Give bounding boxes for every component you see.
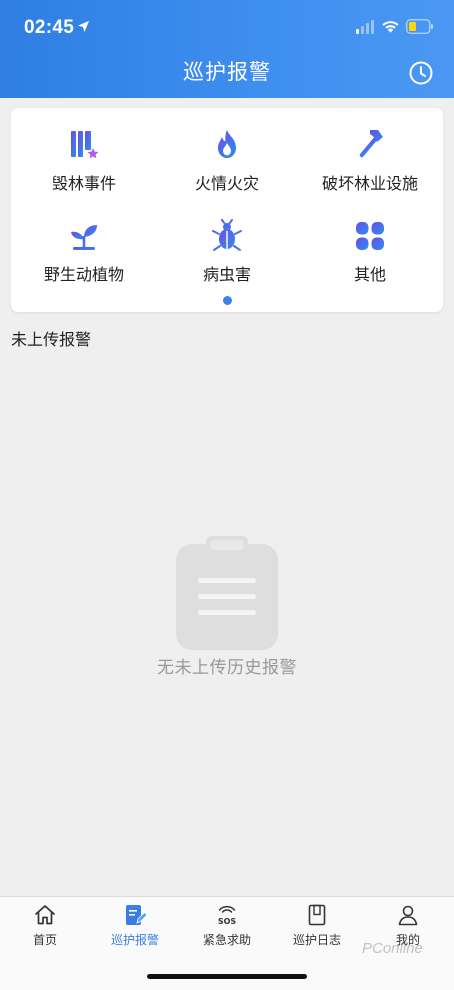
sos-icon: SOS: [218, 905, 237, 926]
sprout-icon: [71, 225, 97, 250]
tab-label: 巡护日志: [292, 933, 341, 947]
alarm-category-grid: 毁林事件 火情火灾 破坏林业设施 野生动植物 病虫害 其他: [11, 108, 443, 312]
watermark-text: PConline: [362, 940, 423, 957]
category-pests[interactable]: 病虫害: [157, 205, 297, 285]
axe-icon: [359, 130, 383, 158]
tab-patrol-alarm[interactable]: 巡护报警: [90, 903, 180, 951]
empty-clipboard-icon: [176, 536, 278, 650]
category-label: 野生动植物: [43, 265, 124, 284]
grid-dots-icon: [356, 222, 384, 250]
tab-label: 首页: [32, 933, 57, 947]
deforestation-icon: [71, 131, 99, 159]
page-title: 巡护报警: [183, 60, 271, 84]
category-other[interactable]: 其他: [300, 205, 440, 285]
edit-document-icon: [126, 905, 147, 925]
category-label: 毁林事件: [51, 174, 116, 193]
category-wildlife[interactable]: 野生动植物: [14, 205, 154, 285]
home-indicator[interactable]: [147, 974, 307, 979]
bug-icon: [211, 219, 243, 251]
user-icon: [398, 905, 418, 926]
tab-label: 巡护报警: [110, 933, 159, 947]
home-icon: [35, 905, 55, 925]
app-header: 02:45 巡护报警: [0, 0, 454, 98]
tab-emergency-help[interactable]: SOS 紧急求助: [182, 903, 272, 951]
category-label: 其他: [353, 265, 386, 284]
category-label: 破坏林业设施: [321, 174, 418, 193]
status-time: 02:45: [24, 17, 75, 38]
category-label: 火情火灾: [194, 174, 259, 193]
category-facility-damage[interactable]: 破坏林业设施: [300, 114, 440, 194]
cellular-signal-icon: [356, 20, 374, 34]
battery-icon: [406, 19, 433, 34]
wifi-icon: [382, 21, 399, 33]
history-clock-icon[interactable]: [408, 60, 434, 86]
category-label: 病虫害: [202, 265, 251, 284]
sos-icon-text: SOS: [218, 917, 237, 926]
tab-patrol-log[interactable]: 巡护日志: [272, 903, 362, 951]
page-indicator-dot[interactable]: [223, 296, 232, 305]
notebook-icon: [308, 904, 326, 926]
category-deforestation[interactable]: 毁林事件: [14, 114, 154, 194]
category-fire[interactable]: 火情火灾: [157, 114, 297, 194]
section-title: 未上传报警: [11, 330, 92, 349]
status-bar: 02:45: [0, 0, 454, 54]
tab-home[interactable]: 首页: [0, 903, 90, 951]
empty-state-text: 无未上传历史报警: [157, 658, 297, 678]
location-arrow-icon: [77, 20, 90, 33]
tab-label: 紧急求助: [202, 933, 251, 947]
flame-icon: [218, 130, 236, 158]
